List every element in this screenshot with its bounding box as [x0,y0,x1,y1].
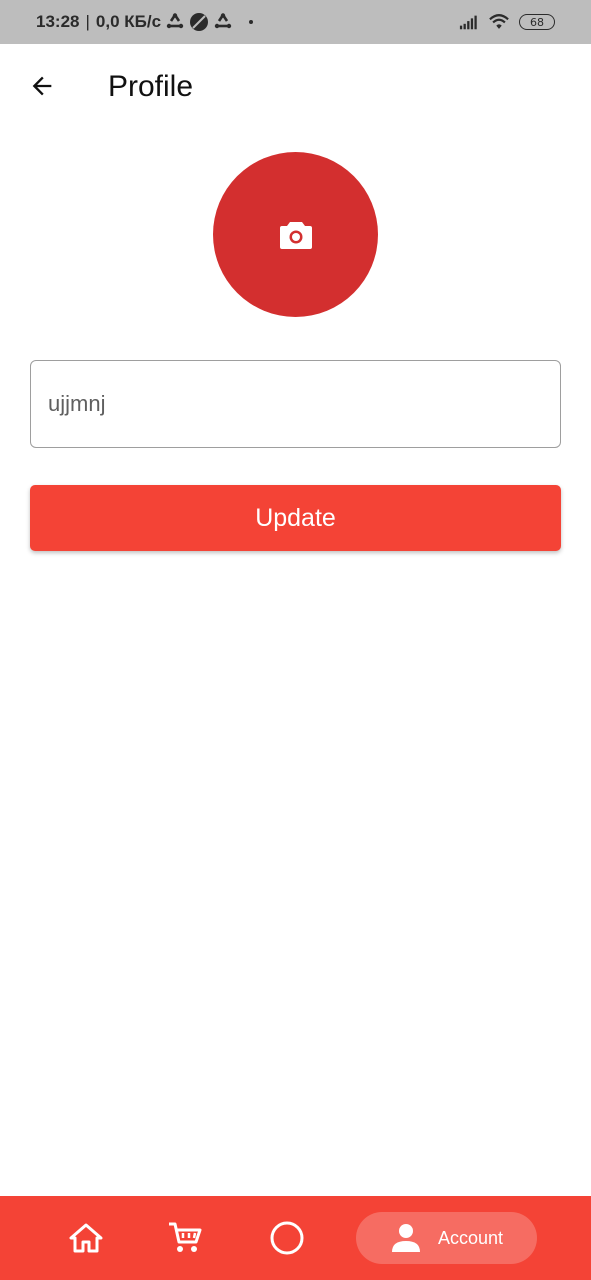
nav-account[interactable]: Account [356,1212,537,1264]
cart-icon [169,1222,202,1252]
sync-icon [165,12,185,32]
camera-icon [279,221,312,249]
status-left: 13:28 | 0,0 КБ/с [36,12,254,32]
arrow-back-icon [32,76,52,96]
back-button[interactable] [24,68,60,104]
sync-alt-icon [213,12,233,32]
name-field[interactable] [30,360,561,448]
vpn-icon [189,12,209,32]
battery-icon: 68 [519,14,555,30]
nav-circle[interactable] [265,1216,309,1260]
nav-cart[interactable] [163,1216,207,1260]
status-separator: | [85,12,90,31]
update-button[interactable]: Update [30,485,561,551]
avatar-photo-picker[interactable] [213,152,378,317]
nav-home[interactable] [64,1216,108,1260]
status-bar: 13:28 | 0,0 КБ/с 68 [0,0,591,44]
person-icon [392,1224,420,1252]
nav-account-label: Account [438,1227,504,1248]
wifi-icon [489,12,509,32]
circle-icon [270,1221,304,1255]
status-network-speed: 0,0 КБ/с [95,12,162,31]
home-icon [69,1223,103,1253]
app-bar: Profile [0,44,591,130]
status-time: 13:28 [36,12,80,31]
name-input[interactable] [48,391,560,417]
bottom-navigation: Account [0,1196,591,1280]
notification-dot-icon [249,20,254,24]
page-title: Profile [108,70,194,103]
signal-icon [459,12,479,32]
status-right: 68 [459,0,555,44]
